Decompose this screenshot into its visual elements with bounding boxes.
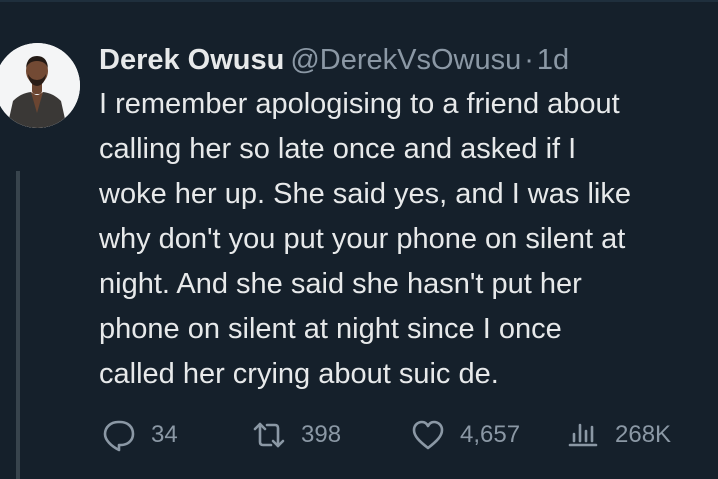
tweet-text-line: woke her up. She said yes, and I was lik… xyxy=(99,178,631,210)
tweet-text-line: phone on silent at night since I once xyxy=(99,313,562,345)
tweet-text-line: why don't you put your phone on silent a… xyxy=(99,223,626,255)
timestamp[interactable]: 1d xyxy=(537,44,569,76)
tweet-header: Derek Owusu @DerekVsOwusu · 1d xyxy=(99,38,718,82)
retweet-button[interactable]: 398 xyxy=(251,415,341,455)
handle[interactable]: @DerekVsOwusu xyxy=(290,44,521,76)
tweet-actions: 34 398 4,657 268K xyxy=(101,415,718,455)
like-count: 4,657 xyxy=(460,421,521,448)
view-count: 268K xyxy=(615,421,672,448)
separator-dot: · xyxy=(524,44,534,76)
tweet-text: I remember apologising to a friend about… xyxy=(99,82,718,397)
views-icon xyxy=(568,423,598,447)
tweet-text-line: called her crying about suic de. xyxy=(99,358,499,390)
display-name[interactable]: Derek Owusu xyxy=(99,44,284,76)
tweet-text-line: night. And she said she hasn't put her xyxy=(99,268,582,300)
heart-icon xyxy=(412,420,444,450)
views-button[interactable]: 268K xyxy=(565,415,671,455)
tweet-text-line: I remember apologising to a friend about xyxy=(99,88,620,120)
like-button[interactable]: 4,657 xyxy=(410,415,520,455)
tweet-text-line: calling her so late once and asked if I xyxy=(99,133,577,165)
top-divider xyxy=(0,0,718,2)
reply-icon xyxy=(103,420,135,452)
avatar[interactable] xyxy=(0,43,80,128)
thread-line xyxy=(16,171,20,479)
avatar-portrait xyxy=(0,43,80,128)
retweet-count: 398 xyxy=(301,421,342,448)
tweet[interactable]: Derek Owusu @DerekVsOwusu · 1d I remember a… xyxy=(99,38,718,397)
reply-count: 34 xyxy=(151,421,178,448)
reply-button[interactable]: 34 xyxy=(101,415,178,455)
retweet-icon xyxy=(253,422,285,448)
